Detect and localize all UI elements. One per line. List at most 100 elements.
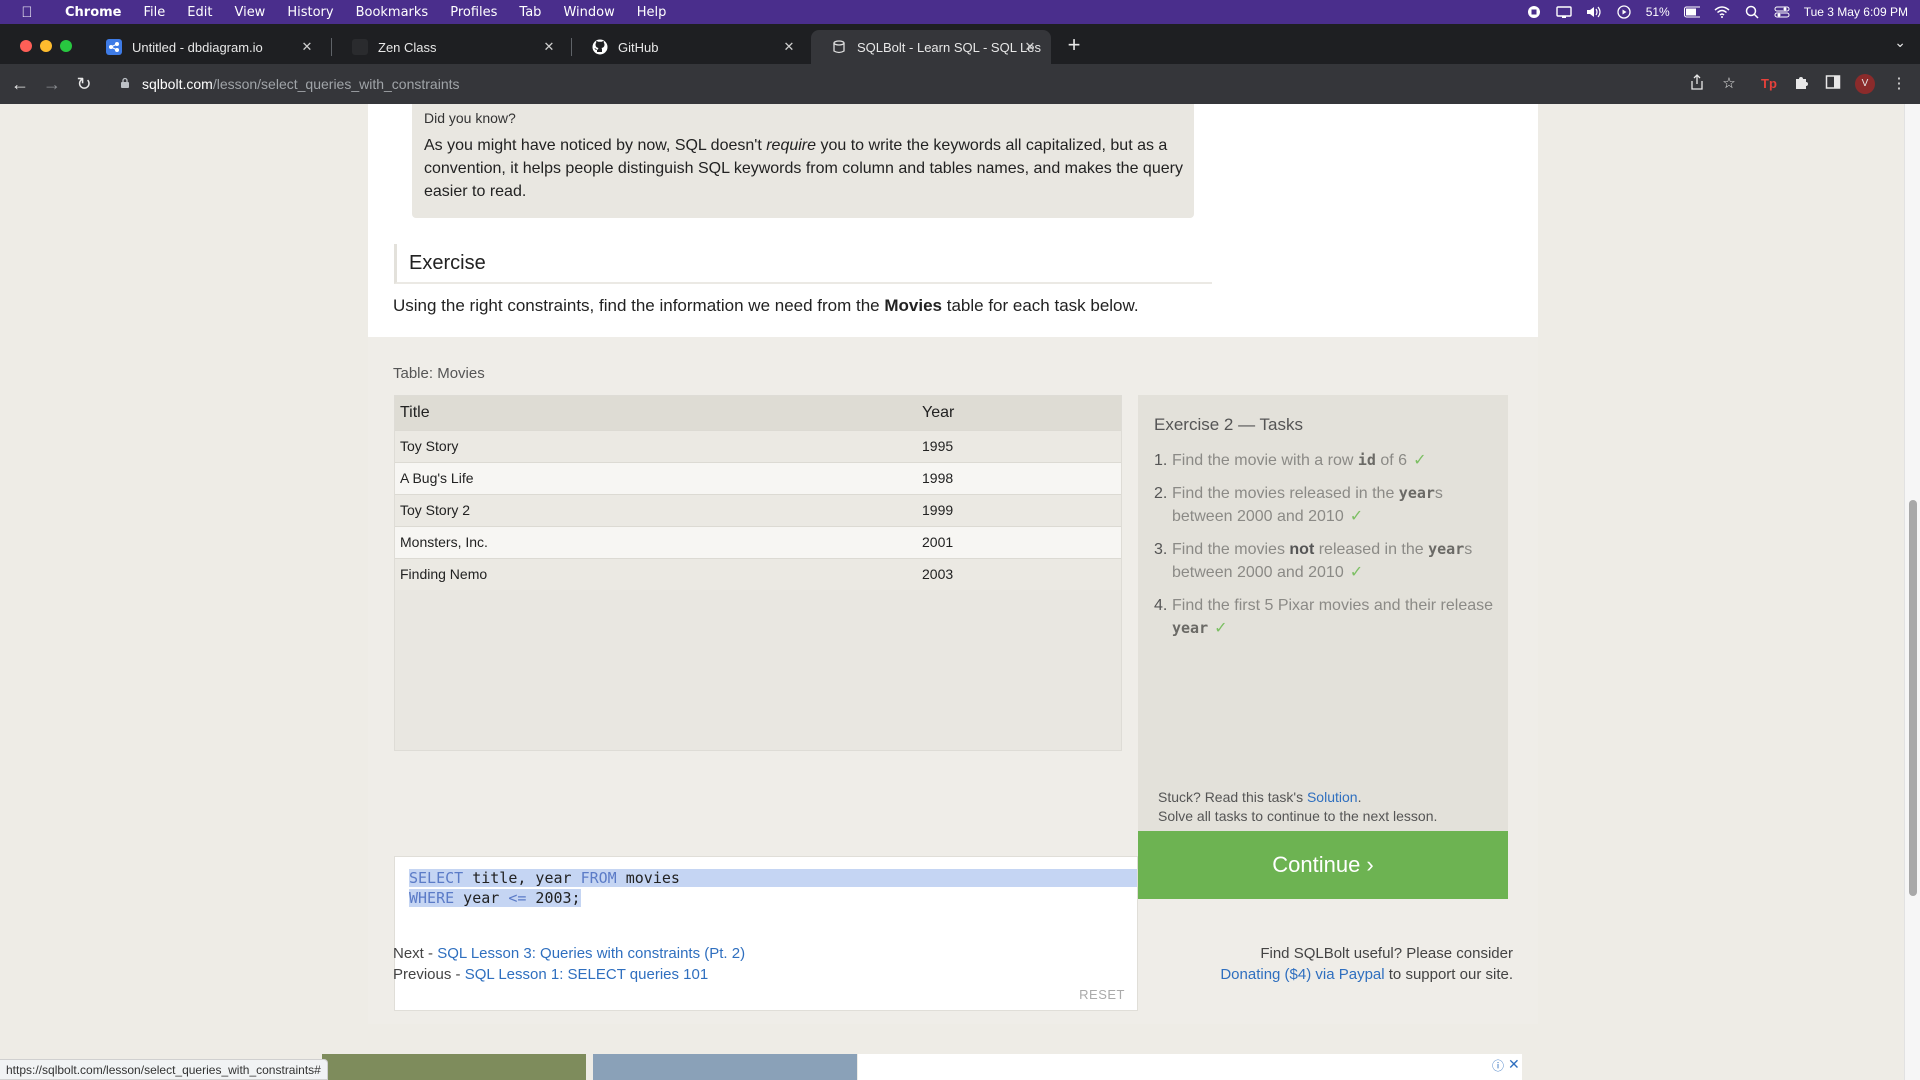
dyk-text: As you might have noticed by now, SQL do… <box>424 137 767 154</box>
sql-operator: <= <box>508 889 527 907</box>
extensions-puzzle-icon[interactable] <box>1791 74 1811 94</box>
menu-file[interactable]: File <box>133 5 177 20</box>
cell-title: Toy Story <box>395 429 917 462</box>
side-panel-icon[interactable] <box>1823 74 1843 94</box>
sql-text: title, year <box>463 869 581 887</box>
cell-title: Toy Story 2 <box>395 493 917 526</box>
sql-text: year <box>454 889 509 907</box>
reset-button[interactable]: RESET <box>1079 987 1125 1002</box>
previous-lesson-link[interactable]: SQL Lesson 1: SELECT queries 101 <box>465 966 708 983</box>
cell-title: Monsters, Inc. <box>395 525 917 558</box>
tab-dbdiagram[interactable]: Untitled - dbdiagram.io ✕ <box>86 30 328 64</box>
bookmark-star-icon[interactable]: ☆ <box>1719 74 1739 94</box>
link-status-bar: https://sqlbolt.com/lesson/select_querie… <box>0 1059 328 1080</box>
task-text-part: of 6 <box>1375 452 1408 469</box>
ad-image[interactable] <box>593 1054 857 1080</box>
tab-close-icon[interactable]: ✕ <box>540 38 558 56</box>
ad-image[interactable] <box>322 1054 586 1080</box>
movies-table: Title Year Toy Story 1995 A Bug's Life 1… <box>394 395 1122 751</box>
menu-profiles[interactable]: Profiles <box>439 5 508 20</box>
lock-icon[interactable] <box>120 77 130 92</box>
play-icon[interactable] <box>1616 5 1632 19</box>
did-you-know-body: As you might have noticed by now, SQL do… <box>424 134 1184 203</box>
task-item: 2. Find the movies released in the years… <box>1154 482 1504 528</box>
cell-year: 1998 <box>917 461 1121 494</box>
tab-close-icon[interactable]: ✕ <box>780 38 798 56</box>
donate-link[interactable]: Donating ($4) via Paypal <box>1220 966 1384 983</box>
stuck-text: . <box>1357 789 1362 805</box>
table-header-row: Title Year <box>395 396 1121 430</box>
donate-text: to support our site. <box>1384 966 1513 983</box>
solution-link[interactable]: Solution <box>1307 789 1358 805</box>
task-list: 1. Find the movie with a row id of 6 ✓ 2.… <box>1154 449 1504 650</box>
profile-avatar[interactable]: V <box>1855 74 1875 94</box>
continue-button[interactable]: Continue › <box>1138 831 1508 899</box>
task-text: Find the movies not released in the year… <box>1172 538 1504 584</box>
code-line-1[interactable]: SELECT title, year FROM movies <box>409 869 1137 887</box>
tab-zen-class[interactable]: Zen Class ✕ <box>332 30 570 64</box>
tab-sqlbolt[interactable]: SQLBolt - Learn SQL - SQL Les ✕ <box>811 30 1051 64</box>
tasks-title: Exercise 2 — Tasks <box>1154 415 1303 434</box>
menu-clock[interactable]: Tue 3 May 6:09 PM <box>1804 5 1908 19</box>
solve-all-text: Solve all tasks to continue to the next … <box>1158 808 1438 824</box>
sqlbolt-icon <box>831 39 847 55</box>
next-lesson-link[interactable]: SQL Lesson 3: Queries with constraints (… <box>437 945 745 962</box>
extension-tp-icon[interactable]: Tp <box>1759 74 1779 94</box>
task-text-part: Find the movies <box>1172 541 1290 558</box>
code-line-2[interactable]: WHERE year <= 2003; <box>409 889 581 907</box>
battery-icon[interactable] <box>1683 5 1700 19</box>
share-icon[interactable] <box>1687 74 1707 94</box>
menu-help[interactable]: Help <box>626 5 678 20</box>
window-zoom-icon[interactable] <box>60 40 72 52</box>
next-prefix: Next - <box>393 945 438 962</box>
check-icon: ✓ <box>1349 508 1364 525</box>
menu-bookmarks[interactable]: Bookmarks <box>345 5 440 20</box>
task-item: 3. Find the movies not released in the y… <box>1154 538 1504 584</box>
reload-icon[interactable]: ↻ <box>72 72 96 96</box>
menu-history[interactable]: History <box>276 5 344 20</box>
menu-tab[interactable]: Tab <box>508 5 552 20</box>
address-bar[interactable]: sqlbolt.com /lesson/select_queries_with_… <box>108 70 1698 98</box>
cell-title: Finding Nemo <box>395 557 917 590</box>
ad-info-icon[interactable]: ⓘ <box>1492 1057 1504 1074</box>
menu-edit[interactable]: Edit <box>176 5 223 20</box>
menu-app-chrome[interactable]: Chrome <box>54 5 133 20</box>
menu-view[interactable]: View <box>223 5 276 20</box>
record-icon[interactable] <box>1526 5 1542 19</box>
wifi-icon[interactable] <box>1714 5 1730 19</box>
task-text: Find the movie with a row id of 6 ✓ <box>1172 449 1504 472</box>
back-icon[interactable]: ← <box>8 72 32 96</box>
cell-year: 1999 <box>917 493 1121 526</box>
ad-close-icon[interactable]: ✕ <box>1508 1056 1520 1073</box>
control-center-icon[interactable] <box>1774 5 1790 19</box>
tab-close-icon[interactable]: ✕ <box>298 38 316 56</box>
task-code: year <box>1172 619 1209 637</box>
table-label: Table: Movies <box>393 365 485 382</box>
display-icon[interactable] <box>1555 5 1572 19</box>
apple-menu-icon[interactable]:  <box>0 4 54 21</box>
lesson-content: Did you know? As you might have noticed … <box>368 104 1538 1024</box>
table-row: Toy Story 1995 <box>395 429 1121 462</box>
scrollbar-thumb[interactable] <box>1909 500 1917 896</box>
exercise-heading: Exercise <box>394 244 1212 284</box>
task-number: 2. <box>1154 485 1168 502</box>
tab-github[interactable]: GitHub ✕ <box>572 30 810 64</box>
chrome-menu-icon[interactable]: ⋮ <box>1889 74 1909 94</box>
new-tab-button[interactable]: + <box>1061 32 1087 58</box>
cell-year: 2001 <box>917 525 1121 558</box>
useful-text: Find SQLBolt useful? Please consider <box>1260 945 1513 962</box>
volume-icon[interactable] <box>1586 5 1602 19</box>
window-close-icon[interactable] <box>20 40 32 52</box>
task-item: 4. Find the first 5 Pixar movies and the… <box>1154 594 1504 640</box>
table-row: Finding Nemo 2003 <box>395 557 1121 590</box>
cell-year: 2003 <box>917 557 1121 590</box>
scrollbar[interactable] <box>1904 104 1920 1080</box>
tab-search-chevron-icon[interactable]: ⌄ <box>1894 34 1906 51</box>
tab-close-icon[interactable]: ✕ <box>1021 38 1039 56</box>
spotlight-search-icon[interactable] <box>1744 5 1760 19</box>
tab-title: Untitled - dbdiagram.io <box>132 39 263 55</box>
forward-icon[interactable]: → <box>40 72 64 96</box>
sql-editor[interactable]: SELECT title, year FROM movies WHERE yea… <box>394 856 1138 1011</box>
menu-window[interactable]: Window <box>552 5 625 20</box>
window-minimize-icon[interactable] <box>40 40 52 52</box>
